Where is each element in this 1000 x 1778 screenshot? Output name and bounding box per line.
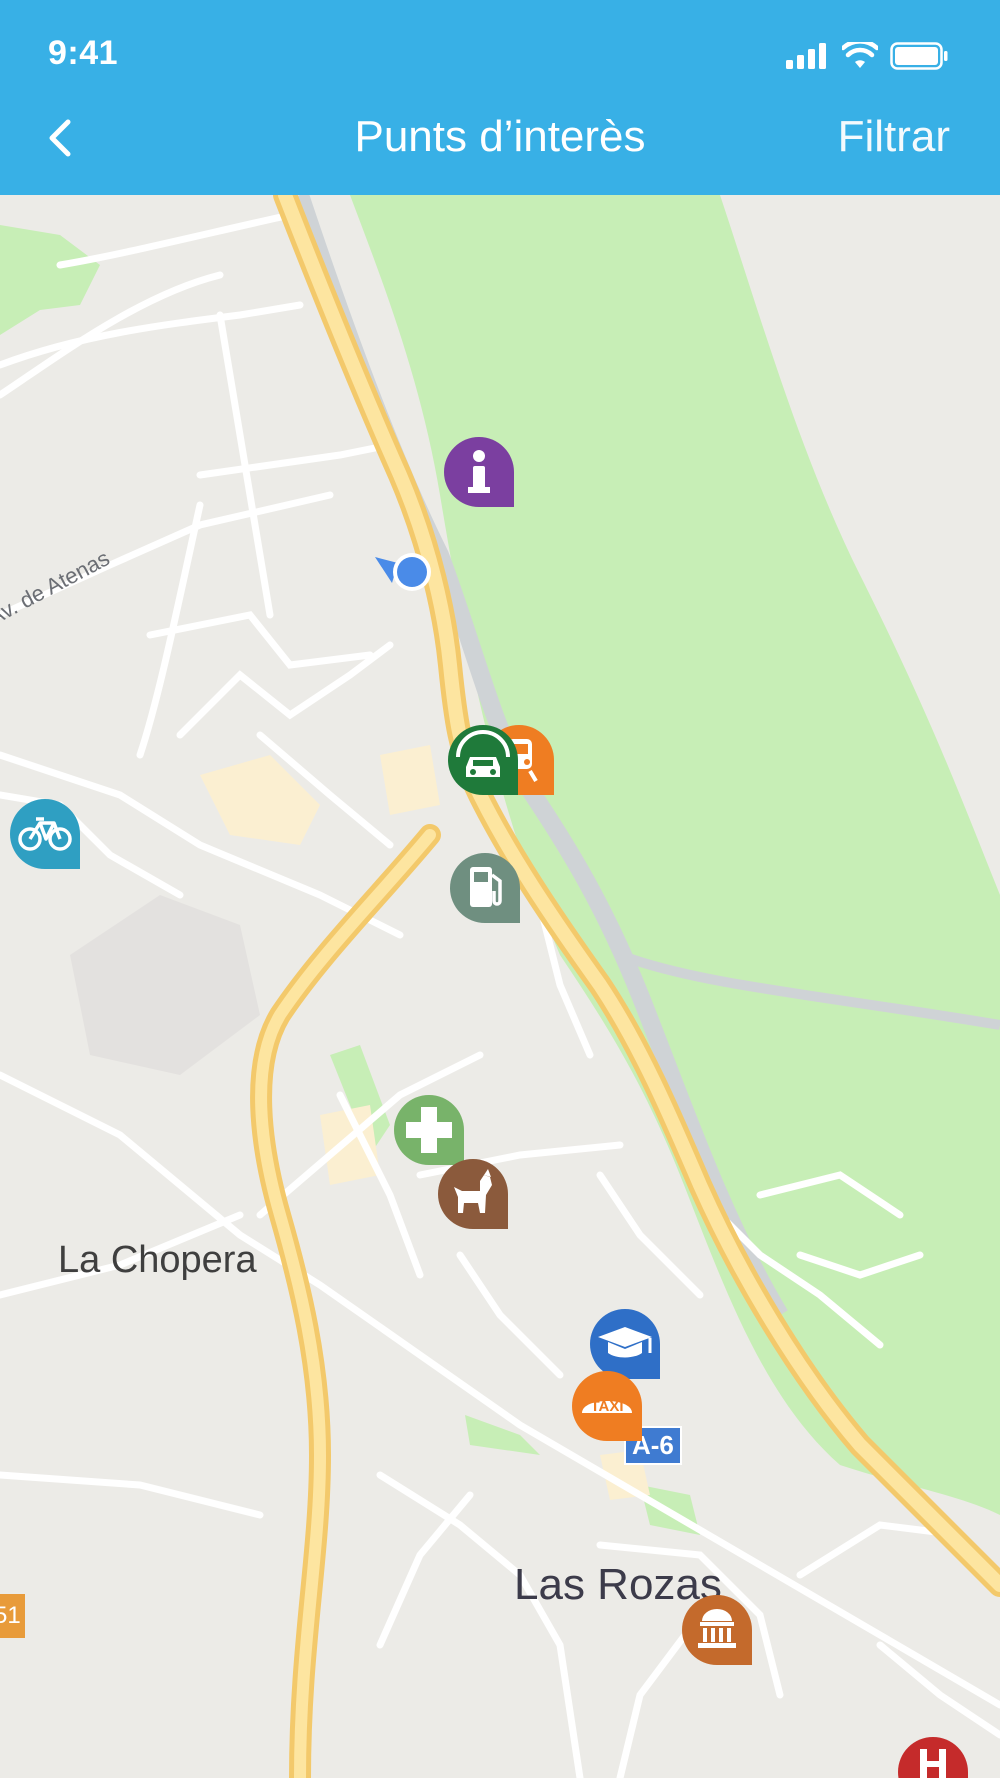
poi-pets-marker[interactable]: [436, 1157, 510, 1231]
hospital-icon: [898, 1737, 968, 1778]
poi-taxi-marker[interactable]: TAXI: [570, 1369, 644, 1443]
battery-icon: [890, 42, 948, 70]
taxi-text: TAXI: [590, 1398, 623, 1415]
place-label-la-chopera: La Chopera: [58, 1239, 257, 1281]
map-view[interactable]: Av. de Atenas La Chopera Las Rozas A-6 5…: [0, 195, 1000, 1778]
map-base: [0, 195, 1000, 1778]
poi-info-marker[interactable]: [442, 435, 516, 509]
poi-museum-marker[interactable]: [680, 1593, 754, 1667]
bike-icon: [10, 799, 80, 869]
navigation-header: 9:41 Punts d’interès Filtrar: [0, 0, 1000, 195]
museum-icon: [682, 1595, 752, 1665]
road-badge-partial: 51: [0, 1594, 25, 1638]
poi-bike-marker[interactable]: [8, 797, 82, 871]
status-time: 9:41: [48, 34, 119, 72]
poi-hospital-marker[interactable]: [896, 1735, 970, 1778]
pharmacy-cross-icon: [394, 1095, 464, 1165]
filter-button[interactable]: Filtrar: [838, 112, 950, 162]
info-icon: [444, 437, 514, 507]
fuel-pump-icon: [450, 853, 520, 923]
poi-pharmacy-marker[interactable]: [392, 1093, 466, 1167]
wifi-icon: [842, 42, 878, 68]
poi-ev-charging-marker[interactable]: [446, 723, 520, 797]
taxi-icon: TAXI: [572, 1371, 642, 1441]
signal-icon: [786, 43, 826, 69]
status-icons: [786, 42, 948, 70]
ev-charging-icon: [448, 725, 518, 795]
dog-icon: [438, 1159, 508, 1229]
poi-fuel-marker[interactable]: [448, 851, 522, 925]
